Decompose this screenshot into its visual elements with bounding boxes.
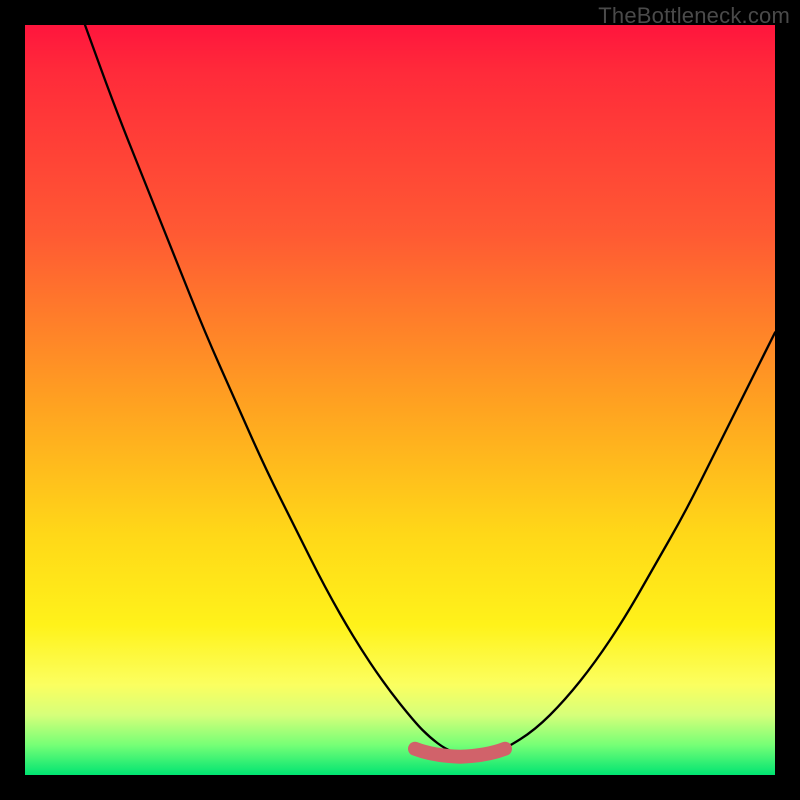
bottleneck-curve — [85, 25, 775, 755]
bottleneck-curve-svg — [25, 25, 775, 775]
chart-frame: TheBottleneck.com — [0, 0, 800, 800]
plot-area — [25, 25, 775, 775]
watermark-text: TheBottleneck.com — [598, 3, 790, 29]
tolerance-band — [415, 749, 505, 757]
